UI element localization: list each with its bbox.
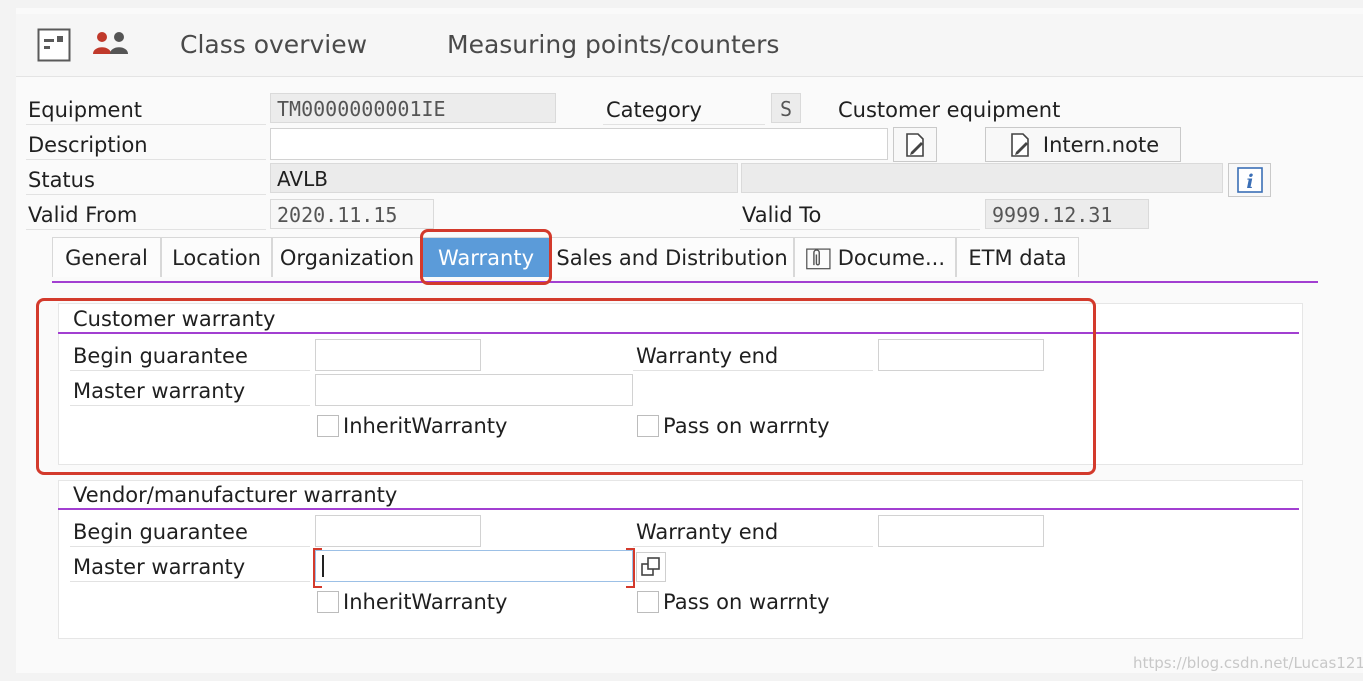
tab-label: General [65, 245, 148, 270]
measuring-points-button[interactable]: Measuring points/counters [447, 30, 779, 59]
cust-begin-guarantee-label: Begin guarantee [73, 344, 248, 368]
status-text-field[interactable] [741, 163, 1223, 193]
vend-pass-on-warranty-checkbox[interactable] [637, 591, 659, 613]
valid-from-field[interactable]: 2020.11.15 [270, 199, 434, 229]
vend-inherit-warranty-label: InheritWarranty [343, 590, 508, 614]
customer-warranty-divider [58, 332, 1299, 334]
cust-master-warranty-input[interactable] [315, 374, 633, 406]
focus-corner-right [626, 548, 635, 588]
edit-document-icon [1011, 132, 1029, 157]
valid-to-label: Valid To [742, 203, 822, 227]
status-field[interactable]: AVLB [270, 163, 738, 193]
category-description: Customer equipment [838, 98, 1061, 122]
vendor-warranty-divider [58, 508, 1299, 510]
vend-pass-on-warranty-label: Pass on warrnty [663, 590, 830, 614]
tab-warranty[interactable]: Warranty [422, 237, 550, 277]
vend-master-warranty-label: Master warranty [73, 555, 246, 579]
valid-from-label: Valid From [28, 203, 138, 227]
vend-begin-guarantee-label: Begin guarantee [73, 520, 248, 544]
cust-master-warranty-label: Master warranty [73, 379, 246, 403]
paperclip-icon [806, 247, 831, 269]
tab-sales-and-distribution[interactable]: Sales and Distribution [550, 237, 794, 277]
edit-document-icon [906, 132, 924, 157]
status-info-button[interactable]: i [1228, 163, 1271, 197]
tab-location[interactable]: Location [161, 237, 272, 277]
description-input[interactable] [270, 128, 888, 160]
cust-pass-on-warranty-checkbox[interactable] [637, 415, 659, 437]
focus-corner-left [313, 548, 322, 588]
description-label: Description [28, 133, 148, 157]
svg-text:i: i [1246, 171, 1253, 193]
vend-warranty-end-label: Warranty end [636, 520, 779, 544]
vend-master-warranty-input[interactable] [313, 548, 635, 588]
tab-label: Location [172, 245, 261, 270]
class-overview-button[interactable]: Class overview [180, 30, 367, 59]
tab-label: Sales and Distribution [556, 245, 788, 270]
info-icon: i [1236, 167, 1263, 193]
equipment-field[interactable]: TM0000000001IE [270, 93, 556, 123]
vend-inherit-warranty-checkbox[interactable] [317, 591, 339, 613]
equipment-label: Equipment [28, 98, 142, 122]
tab-general[interactable]: General [52, 237, 161, 277]
text-cursor [322, 555, 324, 577]
category-field[interactable]: S [771, 93, 801, 123]
value-help-button[interactable] [636, 552, 666, 582]
tab-strip: General Location Organization Warranty S… [52, 237, 1079, 277]
tab-documents[interactable]: Docume... [794, 237, 956, 277]
vend-begin-guarantee-input[interactable] [315, 515, 481, 547]
tab-etm-data[interactable]: ETM data [956, 237, 1079, 277]
long-text-button[interactable] [893, 127, 937, 162]
valid-to-field[interactable]: 9999.12.31 [985, 199, 1149, 229]
cust-warranty-end-label: Warranty end [636, 344, 779, 368]
tab-label: Docume... [837, 245, 945, 270]
tab-organization[interactable]: Organization [272, 237, 422, 277]
customer-warranty-title: Customer warranty [73, 307, 276, 331]
vendor-warranty-title: Vendor/manufacturer warranty [73, 483, 398, 507]
cust-warranty-end-input[interactable] [878, 339, 1044, 371]
tab-label: Organization [279, 245, 415, 270]
tab-label: Warranty [437, 245, 535, 270]
category-label: Category [606, 98, 702, 122]
cust-begin-guarantee-input[interactable] [315, 339, 481, 371]
intern-note-label: Intern.note [1042, 132, 1160, 157]
cust-pass-on-warranty-label: Pass on warrnty [663, 414, 830, 438]
status-label: Status [28, 168, 95, 192]
intern-note-button[interactable]: Intern.note [985, 127, 1181, 162]
tab-label: ETM data [968, 245, 1067, 270]
cust-inherit-warranty-label: InheritWarranty [343, 414, 508, 438]
users-icon[interactable] [92, 30, 130, 58]
tab-content-divider [52, 281, 1318, 283]
cust-inherit-warranty-checkbox[interactable] [317, 415, 339, 437]
value-help-icon [641, 557, 660, 576]
display-object-icon[interactable] [37, 28, 71, 62]
watermark-text: https://blog.csdn.net/Lucas1211 [1133, 654, 1363, 672]
vend-warranty-end-input[interactable] [878, 515, 1044, 547]
